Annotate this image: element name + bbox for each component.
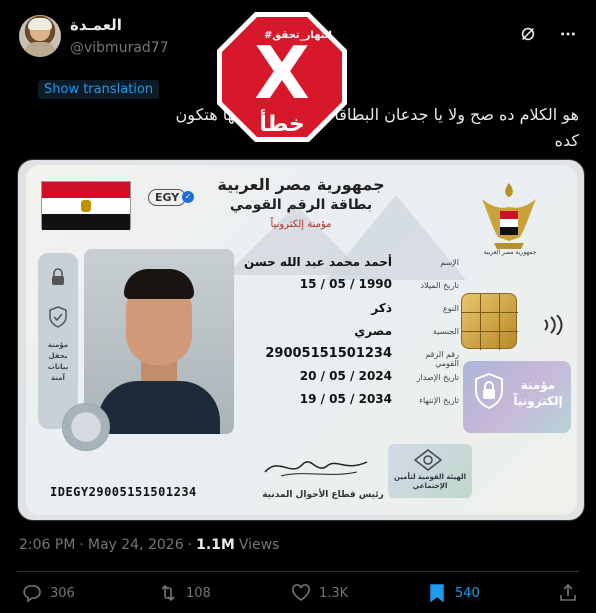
avatar-robe	[24, 42, 56, 57]
field-label-expiry-date: تاريخ الإنتهاء	[419, 396, 459, 405]
grok-icon[interactable]	[518, 24, 538, 44]
avatar[interactable]	[19, 15, 61, 57]
show-translation-link[interactable]: Show translation	[38, 80, 160, 99]
card-title-country: جمهورية مصر العربية	[217, 175, 385, 194]
like-button[interactable]: 1.3K	[291, 583, 348, 603]
views-count: 1.1M	[196, 537, 235, 553]
smart-chip-icon	[461, 293, 518, 350]
tweet-image[interactable]: EGY ✓ جمهورية مصر العربية بطاقة الرقم ال…	[17, 159, 585, 521]
egypt-flag	[41, 181, 131, 230]
reply-count: 306	[50, 585, 75, 601]
field-label-name: الإسم	[440, 258, 459, 267]
secured-lock-text: مؤمنة إلكترونياً	[513, 378, 563, 408]
seal-emblem-icon	[62, 403, 110, 451]
reply-button[interactable]: 306	[22, 583, 75, 603]
id-card: EGY ✓ جمهورية مصر العربية بطاقة الرقم ال…	[26, 165, 577, 515]
padlock-shield-icon	[475, 373, 503, 409]
lock-icon	[52, 268, 64, 285]
field-value-issue-date: 20 / 05 / 2024	[299, 369, 392, 383]
signature-icon	[264, 461, 368, 477]
action-bar: 306 108 1.3K 540	[17, 583, 579, 609]
false-x-icon: X	[254, 31, 310, 115]
tweet-time[interactable]: 2:06 PM	[19, 537, 75, 553]
shield-icon	[49, 306, 67, 328]
more-dots-svg	[561, 32, 575, 36]
bookmark-button[interactable]: 540	[427, 583, 480, 603]
field-value-birth: 15 / 05 / 1990	[299, 277, 392, 291]
contactless-icon	[544, 315, 563, 335]
meta-separator: ·	[187, 537, 193, 553]
meta-separator: ·	[79, 537, 84, 553]
check-icon: ✓	[182, 191, 194, 203]
author-display-name[interactable]: العمـدة	[70, 16, 122, 34]
repost-button[interactable]: 108	[158, 583, 211, 603]
field-label-birth: تاريخ الميلاد	[420, 281, 460, 290]
tweet-meta: 2:06 PM · May 24, 2026 · 1.1M Views	[19, 537, 279, 553]
views-label: Views	[238, 537, 280, 553]
bookmark-icon	[430, 584, 444, 603]
heart-icon	[292, 584, 310, 601]
grok-icon-svg	[521, 27, 535, 41]
field-label-national-id: رقم الرقم القومي	[425, 350, 459, 368]
field-label-issue-date: تاريخ الإصدار	[416, 373, 459, 382]
country-code-badge: EGY	[148, 189, 187, 206]
field-value-national-id: 29005151501234	[265, 346, 392, 361]
avatar-turban	[28, 18, 52, 30]
coat-label: جمهورية مصر العربية	[483, 249, 537, 256]
bookmark-count: 540	[455, 585, 480, 601]
card-title-secured: مؤمنة إلكترونياً	[270, 219, 332, 230]
field-value-name: أحمد محمد عبد الله حسن	[244, 255, 392, 269]
more-options-icon[interactable]	[558, 24, 578, 44]
id-photo	[84, 249, 234, 434]
field-value-expiry-date: 19 / 05 / 2034	[299, 392, 392, 406]
share-button[interactable]	[558, 583, 578, 603]
hologram-emblem-icon	[413, 449, 443, 471]
card-title-type: بطاقة الرقم القومي	[229, 197, 373, 213]
machine-readable-zone: IDEGY29005151501234	[50, 485, 197, 499]
field-label-nationality: الجنسية	[432, 327, 459, 336]
like-count: 1.3K	[319, 585, 349, 601]
author-handle[interactable]: @vibmurad77	[70, 40, 169, 56]
top-icons	[518, 24, 578, 44]
tweet-date[interactable]: May 24, 2026	[88, 537, 184, 553]
field-value-nationality: مصري	[354, 324, 392, 338]
share-icon	[560, 583, 576, 601]
divider	[17, 571, 579, 572]
signature-label: رئيس قطاع الأحوال المدنية	[262, 490, 384, 500]
field-label-gender: النوع	[443, 304, 459, 313]
author-name-row[interactable]: العمـدة	[70, 16, 122, 34]
side-security-text: مؤمنة بحقل بيانات آمنة	[47, 341, 69, 382]
verdict-false: خطأ	[259, 112, 305, 137]
hologram-text: الهيئة القومية لتأمين الإجتماعي	[394, 473, 466, 490]
repost-icon	[161, 584, 175, 602]
field-value-gender: ذكر	[371, 301, 392, 315]
reply-icon	[23, 585, 41, 603]
flag-eagle-icon	[81, 200, 91, 212]
tweet-detail: العمـدة @vibmurad77 Show translation هو …	[0, 0, 596, 613]
repost-count: 108	[186, 585, 211, 601]
